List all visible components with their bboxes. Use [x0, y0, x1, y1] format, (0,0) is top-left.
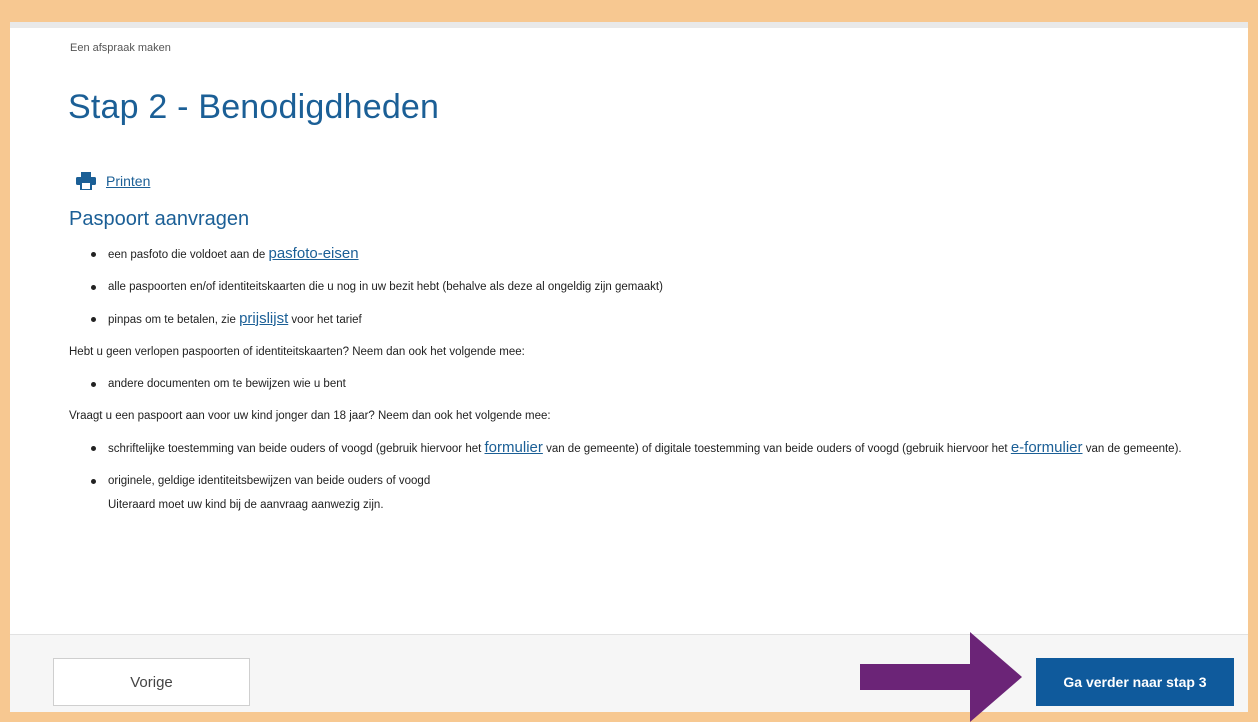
list-item: andere documenten om te bewijzen wie u b… [91, 372, 1219, 396]
item-text: alle paspoorten en/of identiteitskaarten… [108, 281, 663, 293]
child-requirements-list: schriftelijke toestemming van beide oude… [69, 436, 1219, 517]
item-text: van de gemeente) of digitale toestemming… [542, 443, 1011, 455]
requirements-content: een pasfoto die voldoet aan de pasfoto-e… [69, 242, 1219, 525]
item-text: een pasfoto die voldoet aan de [108, 249, 269, 261]
e-formulier-link[interactable]: e-formulier [1011, 439, 1083, 456]
page-title: Stap 2 - Benodigdheden [68, 88, 440, 126]
paragraph-child-passport: Vraagt u een paspoort aan voor uw kind j… [69, 410, 551, 422]
main-panel: Een afspraak maken Stap 2 - Benodigdhede… [10, 22, 1248, 634]
item-text: Uiteraard moet uw kind bij de aanvraag a… [108, 499, 384, 511]
section-title: Paspoort aanvragen [69, 208, 250, 230]
additional-documents-list: andere documenten om te bewijzen wie u b… [69, 372, 1219, 396]
requirements-list: een pasfoto die voldoet aan de pasfoto-e… [69, 242, 1219, 332]
prijslijst-link[interactable]: prijslijst [239, 310, 288, 327]
formulier-link[interactable]: formulier [485, 439, 543, 456]
previous-button[interactable]: Vorige [53, 658, 250, 706]
item-text: pinpas om te betalen, zie [108, 314, 240, 326]
item-text: voor het tarief [288, 314, 362, 326]
list-item: een pasfoto die voldoet aan de pasfoto-e… [91, 242, 1219, 267]
breadcrumb[interactable]: Een afspraak maken [70, 42, 171, 54]
navigation-footer: Vorige Ga verder naar stap 3 [10, 634, 1248, 712]
print-link[interactable]: Printen [76, 172, 150, 190]
item-text: originele, geldige identiteitsbewijzen v… [108, 475, 431, 487]
list-item: alle paspoorten en/of identiteitskaarten… [91, 275, 1219, 299]
paragraph-expired-documents: Hebt u geen verlopen paspoorten of ident… [69, 346, 525, 358]
pasfoto-eisen-link[interactable]: pasfoto-eisen [269, 245, 359, 262]
item-text: schriftelijke toestemming van beide oude… [108, 443, 485, 455]
arrow-right-icon [860, 632, 1022, 722]
next-step-button[interactable]: Ga verder naar stap 3 [1036, 658, 1234, 706]
list-item: originele, geldige identiteitsbewijzen v… [91, 469, 1219, 517]
item-text: van de gemeente). [1082, 443, 1182, 455]
print-label[interactable]: Printen [106, 173, 150, 189]
list-item: pinpas om te betalen, zie prijslijst voo… [91, 307, 1219, 332]
printer-icon [76, 172, 96, 190]
list-item: schriftelijke toestemming van beide oude… [91, 436, 1219, 461]
